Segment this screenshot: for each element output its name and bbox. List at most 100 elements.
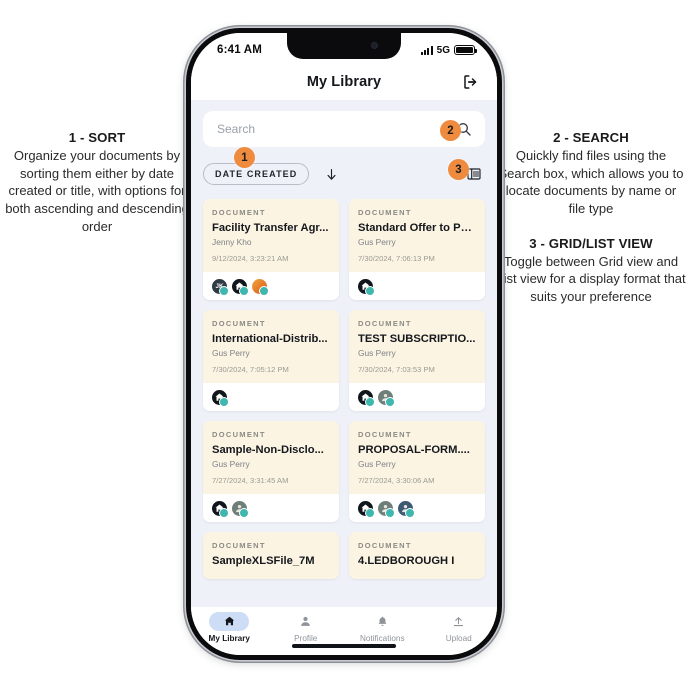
document-card[interactable]: DOCUMENT SampleXLSFile_7M: [203, 532, 339, 579]
bell-icon: [362, 612, 402, 631]
nav-item-label: My Library: [208, 634, 250, 643]
document-owner: Gus Perry: [212, 459, 250, 469]
document-owner: Gus Perry: [358, 348, 396, 358]
nav-item-upload[interactable]: Upload: [421, 612, 498, 643]
document-card[interactable]: DOCUMENT Sample-Non-Disclo... Gus Perry 7/2…: [203, 421, 339, 522]
avatar-initials[interactable]: JK: [211, 277, 229, 296]
document-card[interactable]: DOCUMENT International-Distrib... Gus Perr…: [203, 310, 339, 411]
arrow-down-icon[interactable]: [323, 165, 339, 183]
callout-badge-2: 2: [440, 120, 461, 141]
document-card[interactable]: DOCUMENT Facility Transfer Agr... Jenny Kh…: [203, 199, 339, 300]
document-card-body: DOCUMENT Standard Offer to Pu... Gus Perry…: [349, 199, 485, 272]
document-card[interactable]: DOCUMENT Standard Offer to Pu... Gus Perry…: [349, 199, 485, 300]
front-camera-icon: [371, 42, 378, 49]
logout-icon[interactable]: [461, 72, 481, 92]
avatar-home-icon[interactable]: [357, 499, 375, 518]
avatar-person-icon[interactable]: [231, 499, 249, 518]
document-date: 7/30/2024, 7:05:12 PM: [212, 365, 289, 374]
document-date: 7/30/2024, 7:06:13 PM: [358, 254, 435, 263]
document-collaborators: [349, 494, 485, 522]
nav-item-label: Upload: [445, 634, 472, 643]
nav-item-my-library[interactable]: My Library: [191, 612, 268, 643]
nav-item-label: Notifications: [359, 634, 405, 643]
document-type-label: DOCUMENT: [212, 430, 266, 439]
status-bar-time: 6:41 AM: [217, 44, 263, 56]
network-type-label: 5G: [436, 44, 450, 56]
document-owner: Gus Perry: [358, 237, 396, 247]
document-date: 7/27/2024, 3:30:06 AM: [358, 476, 435, 485]
home-icon: [209, 612, 250, 631]
library-content: Search DATE CREATED 1 2 3 DOCUMENT Facil…: [191, 101, 497, 607]
document-card[interactable]: DOCUMENT PROPOSAL-FORM.... Gus Perry 7/27/2…: [349, 421, 485, 522]
document-card-body: DOCUMENT TEST SUBSCRIPTIO... Gus Perry 7/30…: [349, 310, 485, 383]
document-card-body: DOCUMENT PROPOSAL-FORM.... Gus Perry 7/27/2…: [349, 421, 485, 494]
phone-notch: [287, 33, 401, 59]
nav-item-label: Profile: [294, 634, 318, 643]
annotation-search-body: Quickly find files using the Search box,…: [498, 148, 684, 217]
nav-item-profile[interactable]: Profile: [268, 612, 345, 643]
document-owner: Gus Perry: [212, 348, 250, 358]
document-card-body: DOCUMENT SampleXLSFile_7M: [203, 532, 339, 579]
person-icon: [286, 612, 326, 631]
annotation-gridlist-title: 3 - GRID/LIST VIEW: [529, 235, 653, 251]
document-date: 9/12/2024, 3:23:21 AM: [212, 254, 289, 263]
document-type-label: DOCUMENT: [358, 319, 412, 328]
document-title: SampleXLSFile_7M: [212, 555, 315, 567]
annotation-gridlist-body: Toggle between Grid view and List view f…: [496, 253, 686, 305]
avatar-home-icon[interactable]: [211, 499, 229, 518]
document-card[interactable]: DOCUMENT 4.LEDBOROUGH I: [349, 532, 485, 579]
avatar-person-icon[interactable]: [377, 499, 395, 518]
document-type-label: DOCUMENT: [358, 541, 412, 550]
right-annotation-column: 2 - SEARCH Quickly find files using the …: [496, 130, 686, 324]
page-title: My Library: [306, 73, 382, 90]
app-header: My Library: [191, 63, 497, 101]
document-card-body: DOCUMENT International-Distrib... Gus Perr…: [203, 310, 339, 383]
annotation-search: 2 - SEARCH Quickly find files using the …: [496, 130, 686, 218]
status-bar-indicators: 5G: [421, 44, 477, 56]
avatar-flag-icon[interactable]: [251, 277, 269, 296]
document-grid: DOCUMENT Facility Transfer Agr... Jenny Kh…: [203, 199, 485, 579]
document-collaborators: [349, 383, 485, 411]
left-annotation-column: 1 - SORT Organize your documents by sort…: [2, 130, 192, 253]
annotation-sort-body: Organize your documents by sorting them …: [5, 148, 189, 234]
avatar-home-icon[interactable]: [357, 388, 375, 407]
annotation-search-title: 2 - SEARCH: [553, 130, 629, 145]
signal-bars-icon: [421, 45, 433, 55]
phone-mockup: 6:41 AM 5G My Library Search DATE CREATE…: [186, 28, 502, 660]
document-title: PROPOSAL-FORM....: [358, 444, 470, 456]
document-card[interactable]: DOCUMENT TEST SUBSCRIPTIO... Gus Perry 7/30…: [349, 310, 485, 411]
document-card-body: DOCUMENT Sample-Non-Disclo... Gus Perry 7/2…: [203, 421, 339, 494]
document-card-body: DOCUMENT 4.LEDBOROUGH I: [349, 532, 485, 579]
nav-item-notifications[interactable]: Notifications: [344, 612, 421, 643]
battery-full-icon: [454, 45, 477, 55]
document-title: 4.LEDBOROUGH I: [358, 555, 455, 567]
document-collaborators: [349, 272, 485, 300]
document-collaborators: JK: [203, 272, 339, 300]
document-type-label: DOCUMENT: [212, 208, 266, 217]
document-date: 7/27/2024, 3:31:45 AM: [212, 476, 289, 485]
search-placeholder: Search: [217, 122, 256, 136]
document-title: Sample-Non-Disclo...: [212, 444, 324, 456]
document-collaborators: [203, 494, 339, 522]
annotation-sort: 1 - SORT Organize your documents by sort…: [2, 130, 192, 235]
document-type-label: DOCUMENT: [212, 319, 266, 328]
home-indicator: [292, 644, 396, 648]
document-type-label: DOCUMENT: [358, 208, 412, 217]
annotation-sort-title: 1 - SORT: [68, 130, 126, 145]
document-type-label: DOCUMENT: [358, 430, 412, 439]
avatar-person-icon[interactable]: [377, 388, 395, 407]
avatar-home-icon[interactable]: [357, 277, 375, 296]
avatar-home-icon[interactable]: [231, 277, 249, 296]
document-title: Standard Offer to Pu...: [358, 222, 476, 234]
sort-chip-label: DATE CREATED: [215, 169, 298, 179]
sort-chip-date-created[interactable]: DATE CREATED: [203, 163, 310, 185]
document-type-label: DOCUMENT: [212, 541, 266, 550]
upload-icon: [439, 612, 479, 631]
document-title: TEST SUBSCRIPTIO...: [358, 333, 476, 345]
avatar-person-icon[interactable]: [397, 499, 415, 518]
callout-badge-3: 3: [448, 159, 469, 180]
document-title: Facility Transfer Agr...: [212, 222, 329, 234]
callout-badge-1: 1: [234, 147, 255, 168]
avatar-home-icon[interactable]: [211, 388, 229, 407]
document-date: 7/30/2024, 7:03:53 PM: [358, 365, 435, 374]
